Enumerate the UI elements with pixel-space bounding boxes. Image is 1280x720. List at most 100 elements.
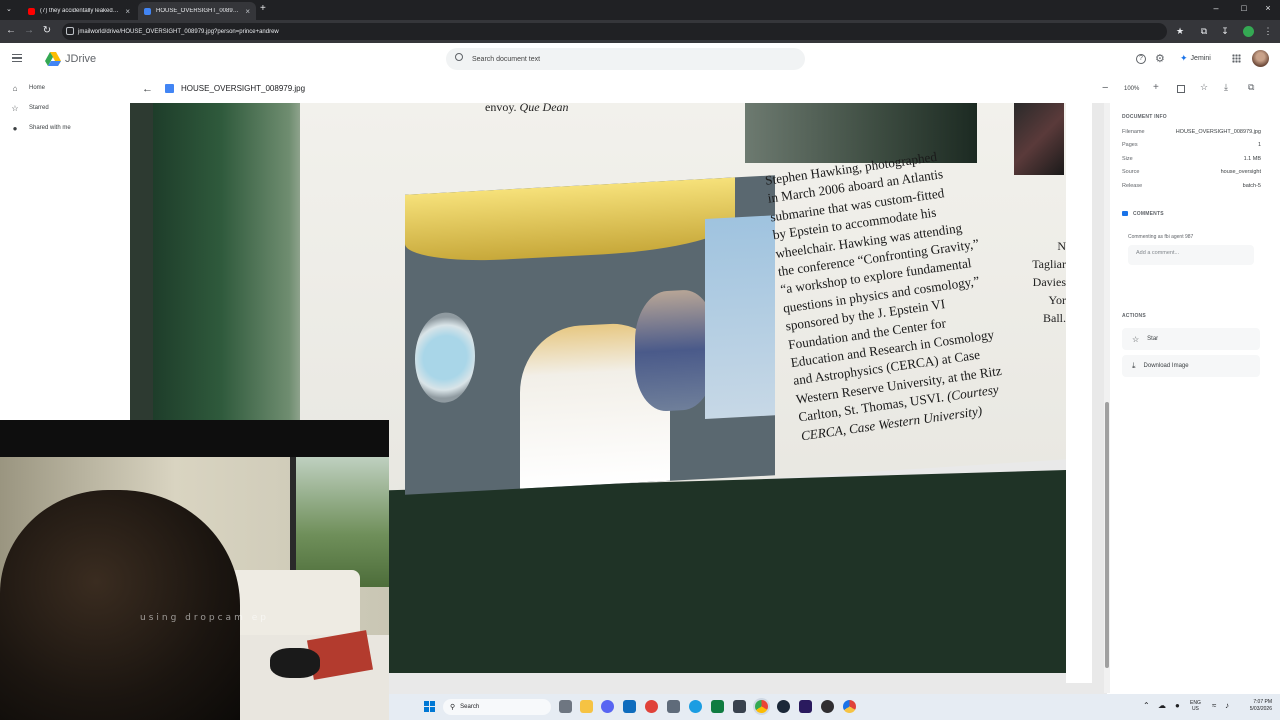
tab-search-icon[interactable]: ⌄ (6, 5, 14, 15)
star-button[interactable]: ☆ Star (1122, 328, 1260, 350)
microphone-icon[interactable]: ● (1175, 701, 1180, 710)
comments-icon (1122, 211, 1128, 216)
reload-icon[interactable]: ↻ (40, 24, 54, 38)
premiere-icon[interactable] (799, 700, 812, 713)
info-value: 1.1 MB (1243, 156, 1261, 162)
star-outline-icon: ☆ (1132, 334, 1140, 344)
obs-icon[interactable] (821, 700, 834, 713)
open-external-icon[interactable]: ⧉ (1248, 82, 1254, 93)
outlook-icon[interactable] (623, 700, 636, 713)
zoom-level: 100% (1124, 86, 1140, 92)
search-icon (455, 53, 463, 61)
actions-heading: ACTIONS (1122, 313, 1146, 319)
taskbar-search-box[interactable]: ⚲ Search (443, 699, 551, 715)
document-right-edge-text: N Tagliar Davies Yor Ball. (1032, 239, 1066, 325)
onedrive-icon[interactable]: ☁ (1158, 701, 1166, 710)
volume-icon[interactable]: ♪ (1225, 701, 1229, 710)
viewer-scrollbar-thumb[interactable] (1105, 402, 1109, 668)
language-indicator[interactable]: ENG US (1190, 700, 1201, 712)
downloads-icon[interactable]: ↧ (1219, 25, 1231, 37)
bookmark-star-icon[interactable]: ★ (1174, 25, 1186, 37)
url-input[interactable]: jmailworld/drive/HOUSE_OVERSIGHT_008979.… (62, 23, 1167, 40)
download-image-button[interactable]: ⤓ Download Image (1122, 355, 1260, 377)
zoom-out-icon[interactable]: − (1102, 82, 1108, 94)
sidebar-item-shared[interactable]: ● Shared with me (10, 121, 71, 135)
info-key: Source (1122, 169, 1140, 175)
main-menu-icon[interactable] (12, 54, 22, 62)
fit-screen-icon[interactable] (1177, 85, 1185, 93)
info-value: HOUSE_OVERSIGHT_008979.jpg (1175, 129, 1261, 135)
forward-icon[interactable]: → (22, 24, 36, 38)
browser-tab-youtube[interactable]: (7) they accidentally leaked ne × (22, 2, 136, 20)
info-key: Size (1122, 156, 1133, 162)
sidebar-item-home[interactable]: ⌂ Home (10, 81, 45, 95)
new-tab-button[interactable]: + (260, 3, 266, 14)
clock[interactable]: 7:07 PM 5/03/2026 (1242, 699, 1272, 713)
search-placeholder: Search document text (472, 55, 541, 63)
minimize-window-icon[interactable]: – (1206, 3, 1226, 13)
star-icon[interactable]: ☆ (1200, 82, 1208, 93)
document-scan-right-edge (1066, 103, 1092, 683)
browser-menu-icon[interactable]: ⋮ (1262, 25, 1274, 37)
task-view-icon[interactable] (559, 700, 572, 713)
tray-overflow-icon[interactable]: ⌃ (1143, 701, 1150, 710)
comments-heading: COMMENTS (1133, 211, 1164, 217)
file-explorer-icon[interactable] (580, 700, 593, 713)
webcam-headphones (270, 648, 320, 678)
app-icon[interactable] (733, 700, 746, 713)
app-icon[interactable] (667, 700, 680, 713)
document-scan-left-wall (153, 103, 323, 423)
back-icon[interactable]: ← (4, 24, 18, 38)
tab-title: (7) they accidentally leaked ne (40, 8, 121, 14)
excel-icon[interactable] (711, 700, 724, 713)
comment-placeholder: Add a comment... (1136, 250, 1180, 256)
site-info-icon[interactable] (66, 27, 74, 35)
settings-gear-icon[interactable]: ⚙ (1155, 52, 1165, 65)
profile-avatar[interactable] (1243, 26, 1254, 37)
extensions-icon[interactable]: ⧉ (1198, 25, 1210, 37)
download-button-label: Download Image (1143, 363, 1189, 369)
comment-input[interactable]: Add a comment... (1128, 245, 1254, 265)
info-value: batch-5 (1242, 183, 1261, 189)
document-submarine-photo (405, 175, 775, 495)
clock-time: 7:07 PM (1253, 699, 1272, 705)
document-info-heading: DOCUMENT INFO (1122, 114, 1167, 120)
user-avatar[interactable] (1252, 50, 1269, 67)
wifi-icon[interactable]: ≈ (1212, 701, 1216, 710)
document-search-input[interactable]: Search document text (446, 48, 805, 70)
webcam-person (0, 490, 240, 720)
recorder-icon[interactable] (645, 700, 658, 713)
webcam-overlay-text: using dropcam ep (140, 613, 269, 623)
chrome-icon[interactable] (755, 700, 768, 713)
webcam-window (290, 457, 389, 587)
sidebar-item-label: Shared with me (29, 125, 71, 131)
help-icon[interactable]: ? (1136, 54, 1146, 64)
jemini-button[interactable]: ✦ Jemini (1180, 53, 1211, 64)
sidebar-item-starred[interactable]: ☆ Starred (10, 101, 48, 115)
chrome-canary-icon[interactable] (843, 700, 856, 713)
clock-date: 5/03/2026 (1249, 706, 1272, 712)
download-icon[interactable]: ⤓ (1224, 82, 1228, 93)
close-tab-icon[interactable]: × (125, 7, 130, 16)
edge-icon[interactable] (689, 700, 702, 713)
steam-icon[interactable] (777, 700, 790, 713)
commenting-as-text: Commenting as fbi agent 987 (1128, 234, 1194, 240)
app-name[interactable]: JDrive (65, 53, 96, 65)
close-tab-icon[interactable]: × (245, 7, 250, 16)
zoom-in-icon[interactable]: + (1153, 82, 1159, 93)
info-value: house_oversight (1220, 169, 1261, 175)
browser-tab-document[interactable]: HOUSE_OVERSIGHT_008979.jpg × (138, 2, 256, 20)
windows-start-icon[interactable] (424, 701, 435, 712)
discord-icon[interactable] (601, 700, 614, 713)
download-icon: ⤓ (1132, 361, 1136, 370)
jdrive-logo-icon (45, 52, 61, 66)
back-arrow-icon[interactable]: ← (142, 83, 153, 95)
image-file-icon (144, 7, 151, 15)
info-key: Pages (1122, 142, 1138, 148)
star-icon: ☆ (11, 103, 19, 113)
youtube-icon (28, 7, 35, 15)
document-top-fragment: envoy. Que Dean (485, 100, 569, 114)
apps-grid-icon[interactable] (1232, 54, 1241, 63)
maximize-window-icon[interactable]: □ (1234, 3, 1254, 13)
close-window-icon[interactable]: × (1258, 3, 1278, 13)
